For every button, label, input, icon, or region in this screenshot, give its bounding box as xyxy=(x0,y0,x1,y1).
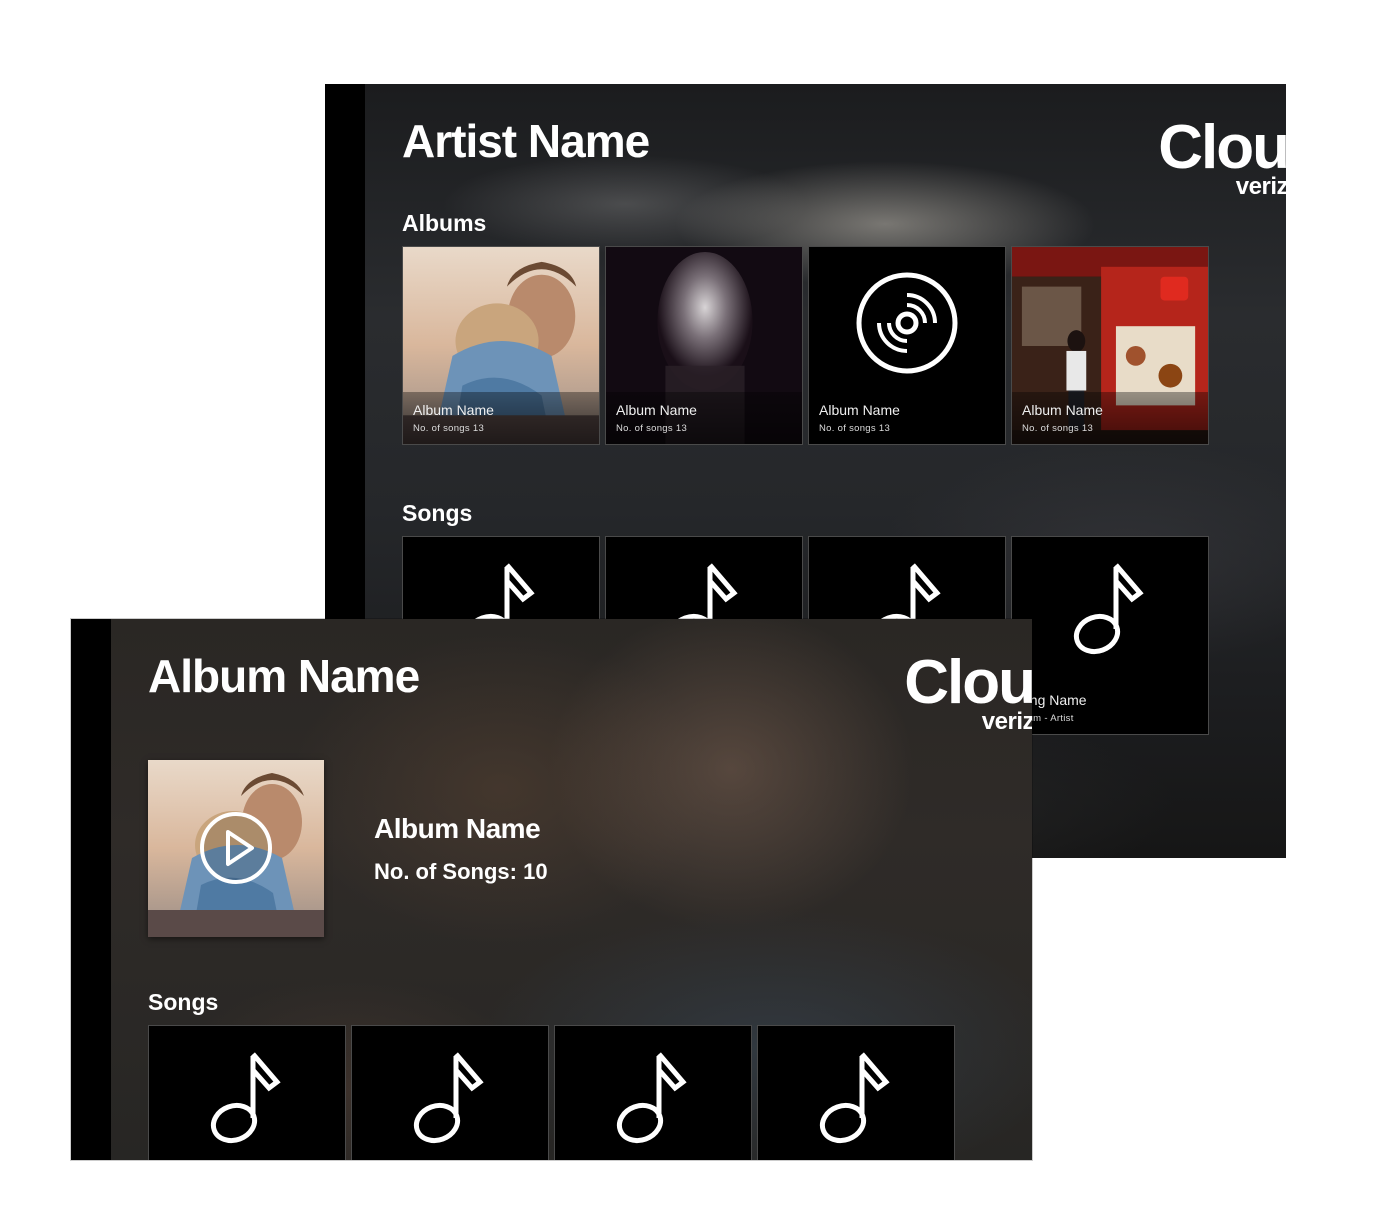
album-name: Album Name xyxy=(413,402,494,418)
song-tile[interactable] xyxy=(351,1025,549,1160)
music-note-icon xyxy=(1073,563,1144,655)
side-nav-bar xyxy=(71,619,111,1160)
album-song-count: No. of songs 13 xyxy=(616,423,688,434)
album-tile[interactable]: Album Name No. of songs 13 xyxy=(808,246,1006,445)
music-note-icon xyxy=(413,1052,484,1144)
songs-heading: Songs xyxy=(148,989,219,1015)
album-name: Album Name xyxy=(1022,402,1103,418)
music-note-icon xyxy=(210,1052,281,1144)
song-tile[interactable] xyxy=(757,1025,955,1160)
album-song-count: No. of Songs: 10 xyxy=(374,859,548,884)
song-tile[interactable] xyxy=(148,1025,346,1160)
song-tile[interactable]: ong Name bum - Artist xyxy=(1011,536,1209,735)
album-tile[interactable]: Album Name No. of songs 13 xyxy=(605,246,803,445)
albums-heading: Albums xyxy=(402,210,487,236)
brand-name: Clou xyxy=(1158,113,1286,182)
album-song-count: No. of songs 13 xyxy=(1022,423,1094,434)
songs-heading: Songs xyxy=(402,500,473,526)
music-note-icon xyxy=(616,1052,687,1144)
album-name: Album Name xyxy=(374,813,541,844)
brand-logo: Clou veriz xyxy=(904,652,1032,734)
music-note-icon xyxy=(819,1052,890,1144)
song-tile[interactable] xyxy=(554,1025,752,1160)
play-icon xyxy=(200,812,272,884)
disc-icon xyxy=(856,272,958,374)
album-cover-play-button[interactable] xyxy=(148,760,324,937)
album-song-count: No. of songs 13 xyxy=(819,423,891,434)
brand-name: Clou xyxy=(904,648,1032,717)
page-title: Album Name xyxy=(148,650,420,702)
album-song-count: No. of songs 13 xyxy=(413,423,485,434)
album-tile[interactable]: Album Name No. of songs 13 xyxy=(402,246,600,445)
brand-logo: Clou veriz xyxy=(1158,117,1286,199)
album-tile[interactable]: Album Name No. of songs 13 xyxy=(1011,246,1209,445)
page-title: Artist Name xyxy=(402,115,650,167)
album-name: Album Name xyxy=(819,402,900,418)
album-name: Album Name xyxy=(616,402,697,418)
album-screen: Album Name Clou veriz Album Name No. of xyxy=(71,619,1032,1160)
